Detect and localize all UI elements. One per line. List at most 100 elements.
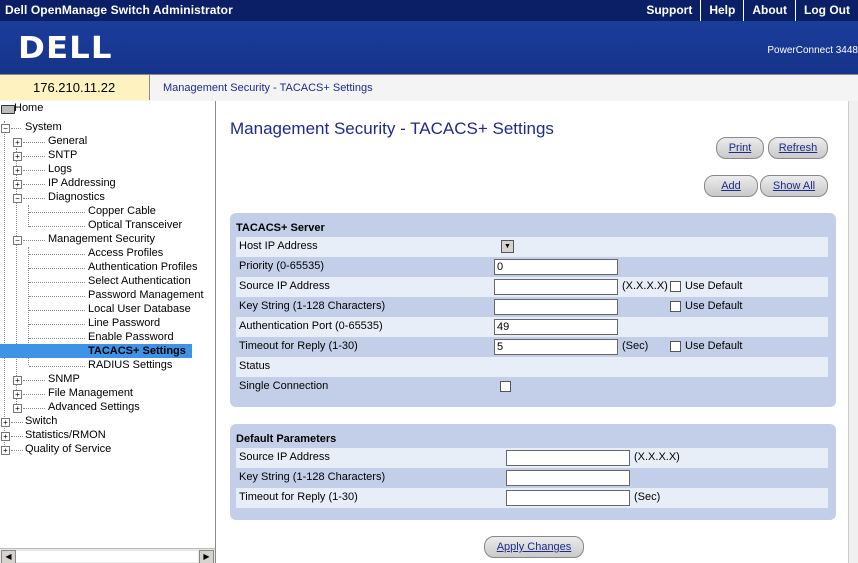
host-ip-row: Host IP Address ▼ bbox=[236, 237, 828, 257]
tree-connector bbox=[23, 380, 45, 381]
collapse-icon[interactable]: − bbox=[13, 194, 22, 203]
expand-icon[interactable]: + bbox=[13, 166, 22, 175]
tree-connector bbox=[29, 296, 85, 297]
tree-connector bbox=[11, 128, 21, 129]
timeout-input[interactable] bbox=[494, 339, 618, 355]
expand-icon[interactable]: + bbox=[13, 180, 22, 189]
tree-connector bbox=[11, 436, 23, 437]
home-icon bbox=[1, 105, 15, 114]
help-link[interactable]: Help bbox=[700, 0, 743, 21]
tree-logs[interactable]: Logs bbox=[48, 163, 72, 176]
default-timeout-input[interactable] bbox=[506, 490, 630, 506]
source-ip-use-default-label: Use Default bbox=[685, 280, 743, 292]
key-string-input[interactable] bbox=[494, 299, 618, 315]
tree-connector bbox=[29, 366, 85, 367]
tree-file-management[interactable]: File Management bbox=[48, 387, 133, 400]
main-content: Management Security - TACACS+ Settings P… bbox=[216, 101, 858, 563]
tacacs-server-panel: TACACS+ Server Host IP Address ▼ Priorit… bbox=[230, 213, 836, 407]
tree-connector bbox=[23, 184, 45, 185]
tree-connector bbox=[29, 268, 85, 269]
tree-snmp[interactable]: SNMP bbox=[48, 373, 80, 386]
key-string-use-default-label: Use Default bbox=[685, 300, 743, 312]
tree-connector bbox=[29, 338, 85, 339]
tree-system[interactable]: System bbox=[25, 121, 62, 134]
tree-select-authentication[interactable]: Select Authentication bbox=[88, 275, 191, 288]
tree-radius-settings[interactable]: RADIUS Settings bbox=[88, 359, 172, 372]
tree-connector bbox=[29, 212, 85, 213]
default-source-ip-input[interactable] bbox=[506, 450, 630, 466]
auth-port-row: Authentication Port (0-65535) bbox=[236, 317, 828, 337]
status-label: Status bbox=[239, 360, 271, 372]
timeout-use-default-checkbox[interactable] bbox=[670, 341, 681, 352]
timeout-label: Timeout for Reply (1-30) bbox=[239, 340, 358, 352]
tree-access-profiles[interactable]: Access Profiles bbox=[88, 247, 163, 260]
tree-connector bbox=[23, 156, 45, 157]
scroll-left-icon[interactable]: ◀ bbox=[1, 550, 16, 563]
collapse-icon[interactable]: − bbox=[1, 124, 10, 133]
tree-management-security[interactable]: Management Security bbox=[48, 233, 155, 246]
banner: DELL PowerConnect 3448 bbox=[0, 21, 858, 74]
tree-tacacs-settings[interactable]: TACACS+ Settings bbox=[88, 345, 186, 358]
tree-optical-transceiver[interactable]: Optical Transceiver bbox=[88, 219, 182, 232]
tree-line-password[interactable]: Line Password bbox=[88, 317, 160, 330]
source-ip-row: Source IP Address (X.X.X.X) Use Default bbox=[236, 277, 828, 297]
tree-sntp[interactable]: SNTP bbox=[48, 149, 77, 162]
scroll-right-icon[interactable]: ▶ bbox=[199, 550, 214, 563]
default-source-ip-row: Source IP Address (X.X.X.X) bbox=[236, 448, 828, 468]
tree-authentication-profiles[interactable]: Authentication Profiles bbox=[88, 261, 197, 274]
tree-quality-of-service[interactable]: Quality of Service bbox=[25, 443, 111, 456]
tree-diagnostics[interactable]: Diagnostics bbox=[48, 191, 105, 204]
default-key-string-row: Key String (1-128 Characters) bbox=[236, 468, 828, 488]
tree-connector bbox=[29, 324, 85, 325]
default-timeout-label: Timeout for Reply (1-30) bbox=[239, 491, 358, 503]
auth-port-input[interactable] bbox=[494, 319, 618, 335]
host-ip-dropdown[interactable]: ▼ bbox=[501, 240, 514, 253]
source-ip-use-default-checkbox[interactable] bbox=[670, 281, 681, 292]
tree-enable-password[interactable]: Enable Password bbox=[88, 331, 174, 344]
timeout-row: Timeout for Reply (1-30) (Sec) Use Defau… bbox=[236, 337, 828, 357]
tree-advanced-settings[interactable]: Advanced Settings bbox=[48, 401, 140, 414]
tree-local-user-database[interactable]: Local User Database bbox=[88, 303, 191, 316]
expand-icon[interactable]: + bbox=[13, 138, 22, 147]
expand-icon[interactable]: + bbox=[1, 446, 10, 455]
tree-copper-cable[interactable]: Copper Cable bbox=[88, 205, 156, 218]
tree-home[interactable]: Home bbox=[14, 102, 43, 115]
default-source-ip-label: Source IP Address bbox=[239, 451, 330, 463]
expand-icon[interactable]: + bbox=[13, 390, 22, 399]
about-link[interactable]: About bbox=[743, 0, 795, 21]
vertical-scrollbar[interactable] bbox=[848, 101, 858, 563]
source-ip-input[interactable] bbox=[494, 279, 618, 295]
refresh-button[interactable]: Refresh bbox=[768, 137, 828, 159]
collapse-icon[interactable]: − bbox=[13, 236, 22, 245]
tree-general[interactable]: General bbox=[48, 135, 87, 148]
default-key-string-input[interactable] bbox=[506, 470, 630, 486]
tree-connector bbox=[29, 254, 85, 255]
add-button[interactable]: Add bbox=[704, 175, 758, 197]
scrollbar-track[interactable] bbox=[16, 551, 198, 562]
tree-connector bbox=[29, 226, 85, 227]
tree-connector bbox=[23, 142, 45, 143]
horizontal-scrollbar[interactable]: ◀ ▶ bbox=[0, 548, 215, 563]
tree-switch[interactable]: Switch bbox=[25, 415, 57, 428]
expand-icon[interactable]: + bbox=[1, 432, 10, 441]
tree-password-management[interactable]: Password Management bbox=[88, 289, 204, 302]
app-title: Dell OpenManage Switch Administrator bbox=[5, 3, 233, 17]
default-parameters-heading: Default Parameters bbox=[236, 433, 337, 445]
expand-icon[interactable]: + bbox=[1, 418, 10, 427]
key-string-use-default-checkbox[interactable] bbox=[670, 301, 681, 312]
apply-changes-button[interactable]: Apply Changes bbox=[484, 536, 584, 558]
expand-icon[interactable]: + bbox=[13, 152, 22, 161]
tree-ip-addressing[interactable]: IP Addressing bbox=[48, 177, 116, 190]
single-connection-checkbox[interactable] bbox=[500, 381, 511, 392]
print-button[interactable]: Print bbox=[716, 137, 764, 159]
logout-link[interactable]: Log Out bbox=[795, 0, 858, 21]
priority-input[interactable] bbox=[494, 259, 618, 275]
expand-icon[interactable]: + bbox=[13, 376, 22, 385]
top-bar: Dell OpenManage Switch Administrator Sup… bbox=[0, 0, 858, 21]
expand-icon[interactable]: + bbox=[13, 404, 22, 413]
tree-statistics-rmon[interactable]: Statistics/RMON bbox=[25, 429, 106, 442]
single-connection-row: Single Connection bbox=[236, 377, 828, 397]
tree-connector bbox=[23, 198, 45, 199]
show-all-button[interactable]: Show All bbox=[760, 175, 828, 197]
support-link[interactable]: Support bbox=[638, 0, 700, 21]
